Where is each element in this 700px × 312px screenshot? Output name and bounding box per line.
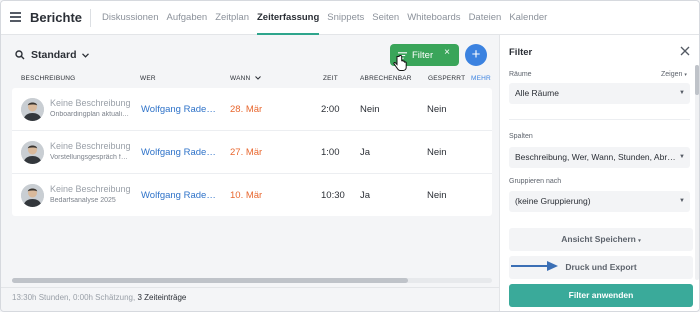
tab-diskussionen[interactable]: Diskussionen bbox=[102, 1, 159, 35]
sort-down-icon bbox=[255, 76, 262, 80]
tab-aufgaben[interactable]: Aufgaben bbox=[167, 1, 208, 35]
arrow-right-icon bbox=[511, 261, 558, 271]
filter-label: Filter bbox=[412, 49, 434, 61]
chevron-down-icon: ▾ bbox=[638, 238, 641, 244]
entry-locked: Nein bbox=[427, 104, 447, 115]
entry-count: 3 Zeiteinträge bbox=[137, 293, 187, 302]
table-row[interactable]: Keine Beschreibung Bedarfsanalyse 2025 W… bbox=[12, 174, 492, 217]
rooms-value: Alle Räume bbox=[515, 88, 559, 98]
entry-task: Vorstellungsgespräch führen bbox=[50, 154, 130, 161]
vertical-scrollbar-thumb[interactable] bbox=[695, 65, 699, 95]
columns-value: Beschreibung, Wer, Wann, Stunden, Abrech… bbox=[515, 152, 678, 162]
col-header-when-label: WANN bbox=[230, 75, 251, 82]
tab-zeitplan[interactable]: Zeitplan bbox=[215, 1, 249, 35]
entry-description: Keine Beschreibung bbox=[50, 184, 131, 194]
col-header-time[interactable]: ZEIT bbox=[323, 75, 338, 82]
hand-cursor-icon bbox=[393, 55, 407, 71]
entry-user-link[interactable]: Wolfgang Rademacher bbox=[141, 190, 217, 201]
col-header-billable[interactable]: ABRECHENBAR bbox=[360, 75, 416, 82]
app-title: Berichte bbox=[30, 10, 83, 25]
columns-select[interactable]: Beschreibung, Wer, Wann, Stunden, Abrech… bbox=[509, 147, 690, 168]
save-view-button[interactable]: Ansicht Speichern ▾ bbox=[509, 228, 693, 251]
caret-icon: ▼ bbox=[679, 198, 685, 204]
rooms-show-label: Zeigen bbox=[661, 71, 683, 78]
group-label: Gruppieren nach bbox=[509, 178, 562, 185]
tab-kalender[interactable]: Kalender bbox=[509, 1, 547, 35]
view-selector[interactable]: Standard bbox=[15, 49, 95, 61]
entry-user-link[interactable]: Wolfgang Rademacher bbox=[141, 147, 217, 158]
col-header-when[interactable]: WANN bbox=[230, 75, 262, 82]
tab-seiten[interactable]: Seiten bbox=[372, 1, 399, 35]
entry-task: Onboardingplan aktualisieren bbox=[50, 111, 130, 118]
entry-hours: 2:00 bbox=[321, 104, 340, 115]
group-value: (keine Gruppierung) bbox=[515, 196, 591, 206]
top-nav: Berichte Diskussionen Aufgaben Zeitplan … bbox=[1, 1, 699, 35]
add-entry-button[interactable]: + bbox=[465, 44, 487, 66]
group-select[interactable]: (keine Gruppierung) ▼ bbox=[509, 191, 690, 212]
app-window: Berichte Diskussionen Aufgaben Zeitplan … bbox=[0, 0, 700, 312]
caret-icon: ▼ bbox=[679, 154, 685, 160]
rooms-label: Räume bbox=[509, 71, 532, 78]
columns-label: Spalten bbox=[509, 133, 533, 140]
entry-billable: Nein bbox=[360, 104, 380, 115]
view-name: Standard bbox=[31, 49, 77, 61]
footer-divider bbox=[1, 287, 499, 288]
save-view-label: Ansicht Speichern bbox=[561, 234, 636, 244]
entry-date: 10. Mär bbox=[230, 190, 263, 201]
summary-text: 13:30h Stunden, 0:00h Schätzung, bbox=[12, 293, 136, 302]
entry-date: 28. Mär bbox=[230, 104, 263, 115]
vertical-scrollbar-track[interactable] bbox=[695, 65, 699, 280]
time-tracking-main: Standard Filter × + BESCHREIBUNG WER WAN… bbox=[1, 35, 499, 311]
entry-locked: Nein bbox=[427, 147, 447, 158]
entry-hours: 10:30 bbox=[321, 190, 345, 201]
summary-footer: 13:30h Stunden, 0:00h Schätzung, 3 Zeite… bbox=[12, 293, 186, 302]
entry-user-link[interactable]: Wolfgang Rademacher bbox=[141, 104, 217, 115]
chevron-down-icon: ▾ bbox=[684, 72, 687, 78]
entry-hours: 1:00 bbox=[321, 147, 340, 158]
rooms-show-toggle[interactable]: Zeigen ▾ bbox=[661, 71, 687, 78]
entry-user-name: Wolfgang Rademacher bbox=[141, 190, 217, 201]
entry-user-name: Wolfgang Rademacher bbox=[141, 147, 217, 158]
close-icon[interactable] bbox=[680, 45, 690, 58]
col-header-who[interactable]: WER bbox=[140, 75, 156, 82]
horizontal-scrollbar-thumb[interactable] bbox=[12, 278, 408, 283]
rooms-select[interactable]: Alle Räume ▼ bbox=[509, 83, 690, 104]
tab-bar: Diskussionen Aufgaben Zeitplan Zeiterfas… bbox=[102, 1, 555, 35]
avatar bbox=[21, 141, 44, 164]
menu-icon[interactable] bbox=[10, 12, 21, 22]
avatar bbox=[21, 98, 44, 121]
divider bbox=[509, 119, 690, 120]
tab-whiteboards[interactable]: Whiteboards bbox=[407, 1, 460, 35]
entry-billable: Ja bbox=[360, 147, 371, 158]
table-row[interactable]: Keine Beschreibung Onboardingplan aktual… bbox=[12, 88, 492, 131]
entry-description: Keine Beschreibung bbox=[50, 98, 131, 108]
caret-icon: ▼ bbox=[679, 90, 685, 96]
tab-zeiterfassung[interactable]: Zeiterfassung bbox=[257, 1, 320, 35]
entry-locked: Nein bbox=[427, 190, 447, 201]
tab-snippets[interactable]: Snippets bbox=[327, 1, 364, 35]
apply-filter-button[interactable]: Filter anwenden bbox=[509, 284, 693, 307]
clear-filter-icon[interactable]: × bbox=[444, 47, 450, 58]
avatar bbox=[21, 184, 44, 207]
table-row[interactable]: Keine Beschreibung Vorstellungsgespräch … bbox=[12, 131, 492, 174]
col-header-description[interactable]: BESCHREIBUNG bbox=[21, 75, 75, 82]
entry-date: 27. Mär bbox=[230, 147, 263, 158]
chevron-down-icon bbox=[81, 52, 89, 58]
entry-user-name: Wolfgang Rademacher bbox=[141, 104, 217, 115]
entry-billable: Ja bbox=[360, 190, 371, 201]
tab-dateien[interactable]: Dateien bbox=[469, 1, 502, 35]
panel-title: Filter bbox=[509, 47, 533, 58]
search-icon bbox=[15, 50, 25, 60]
time-entries-table: Keine Beschreibung Onboardingplan aktual… bbox=[12, 88, 492, 216]
entry-task: Bedarfsanalyse 2025 bbox=[50, 197, 116, 204]
entry-description: Keine Beschreibung bbox=[50, 141, 131, 151]
nav-divider bbox=[90, 9, 91, 27]
col-header-more[interactable]: MEHR bbox=[471, 75, 491, 82]
col-header-locked[interactable]: GESPERRT bbox=[428, 75, 465, 82]
